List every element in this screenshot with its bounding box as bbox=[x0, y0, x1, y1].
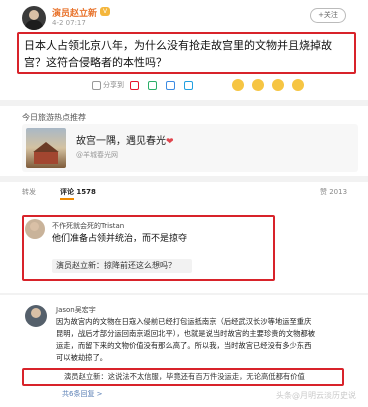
tab-repost[interactable]: 转发 bbox=[22, 187, 36, 197]
post-content-highlight: 日本人占领北京八年，为什么没有抢走故宫里的文物并且烧掉故宫？这符合侵略者的本性吗… bbox=[17, 32, 356, 74]
qq-share-button[interactable] bbox=[184, 79, 195, 91]
tab-likes[interactable]: 赞 2013 bbox=[320, 187, 347, 197]
like-reaction-icon[interactable] bbox=[232, 79, 244, 91]
comment2-reply[interactable]: 演员赵立新：这说法不太信服，毕竟还有百万件没运走，无论高低都有价值 bbox=[64, 372, 305, 382]
qq-icon bbox=[184, 80, 193, 90]
commenter1-name[interactable]: 不作死就会死的Tristan bbox=[52, 221, 124, 231]
recommend-card[interactable]: 故宫一隅，遇见春光❤ @羊城春光网 bbox=[22, 124, 358, 172]
wechat-icon bbox=[148, 80, 157, 90]
weibo-share-button[interactable] bbox=[130, 79, 141, 91]
comment2-reply-highlight: 演员赵立新：这说法不太信服，毕竟还有百万件没运走，无论高低都有价值 bbox=[22, 368, 344, 386]
tab-comments[interactable]: 评论 1578 bbox=[60, 187, 96, 197]
share-action-bar: 分享到 bbox=[0, 75, 368, 97]
wechat-share-button[interactable] bbox=[148, 79, 159, 91]
author-name[interactable]: 演员赵立新 bbox=[52, 6, 97, 19]
share-icon bbox=[92, 80, 101, 90]
watermark-text: 头条@月明云淡历史说 bbox=[276, 391, 356, 400]
post-header: 演员赵立新 V 4-2 07:17 +关注 bbox=[0, 0, 368, 36]
post-time: 4-2 07:17 bbox=[52, 19, 86, 27]
comment-tabs: 转发 评论 1578 赞 2013 bbox=[0, 184, 368, 200]
heart-icon: ❤ bbox=[166, 137, 174, 147]
promo-source: @羊城春光网 bbox=[76, 151, 118, 159]
moments-icon bbox=[166, 80, 175, 90]
vip-badge-icon: V bbox=[100, 7, 110, 16]
comment2-text: 因为故宫内的文物在日寇入侵前已经打包运抵南京（后经武汉长沙等地运至重庆 昆明，战… bbox=[56, 317, 316, 362]
comment-divider bbox=[0, 293, 368, 295]
weibo-icon bbox=[130, 80, 139, 90]
share-button[interactable]: 分享到 bbox=[92, 79, 124, 91]
commenter2-name[interactable]: Jason吴宏宇 bbox=[56, 305, 96, 315]
comment1-highlight: 不作死就会死的Tristan 他们准备占领并统治，而不是掠夺 演员赵立新：掠降前… bbox=[22, 215, 275, 281]
comment1-text: 他们准备占领并统治，而不是掠夺 bbox=[52, 234, 188, 244]
follow-button[interactable]: +关注 bbox=[310, 8, 346, 23]
promo-title: 故宫一隅，遇见春光❤ bbox=[76, 136, 174, 147]
section-divider bbox=[0, 176, 368, 182]
laugh-reaction-icon[interactable] bbox=[252, 79, 264, 91]
promo-thumbnail bbox=[26, 128, 66, 168]
recommend-section-title: 今日旅游热点推荐 bbox=[22, 113, 86, 122]
sad-reaction-icon[interactable] bbox=[272, 79, 284, 91]
more-replies-link[interactable]: 共6条回复 > bbox=[62, 389, 103, 399]
section-divider bbox=[0, 100, 368, 106]
post-text: 日本人占领北京八年，为什么没有抢走故宫里的文物并且烧掉故宫？这符合侵略者的本性吗… bbox=[24, 39, 332, 69]
moments-share-button[interactable] bbox=[166, 79, 177, 91]
comment1-reply[interactable]: 演员赵立新：掠降前还这么想吗？ bbox=[52, 259, 192, 273]
active-tab-indicator bbox=[60, 198, 74, 200]
author-avatar[interactable] bbox=[22, 6, 46, 30]
angry-reaction-icon[interactable] bbox=[292, 79, 304, 91]
commenter2-avatar[interactable] bbox=[25, 305, 47, 327]
